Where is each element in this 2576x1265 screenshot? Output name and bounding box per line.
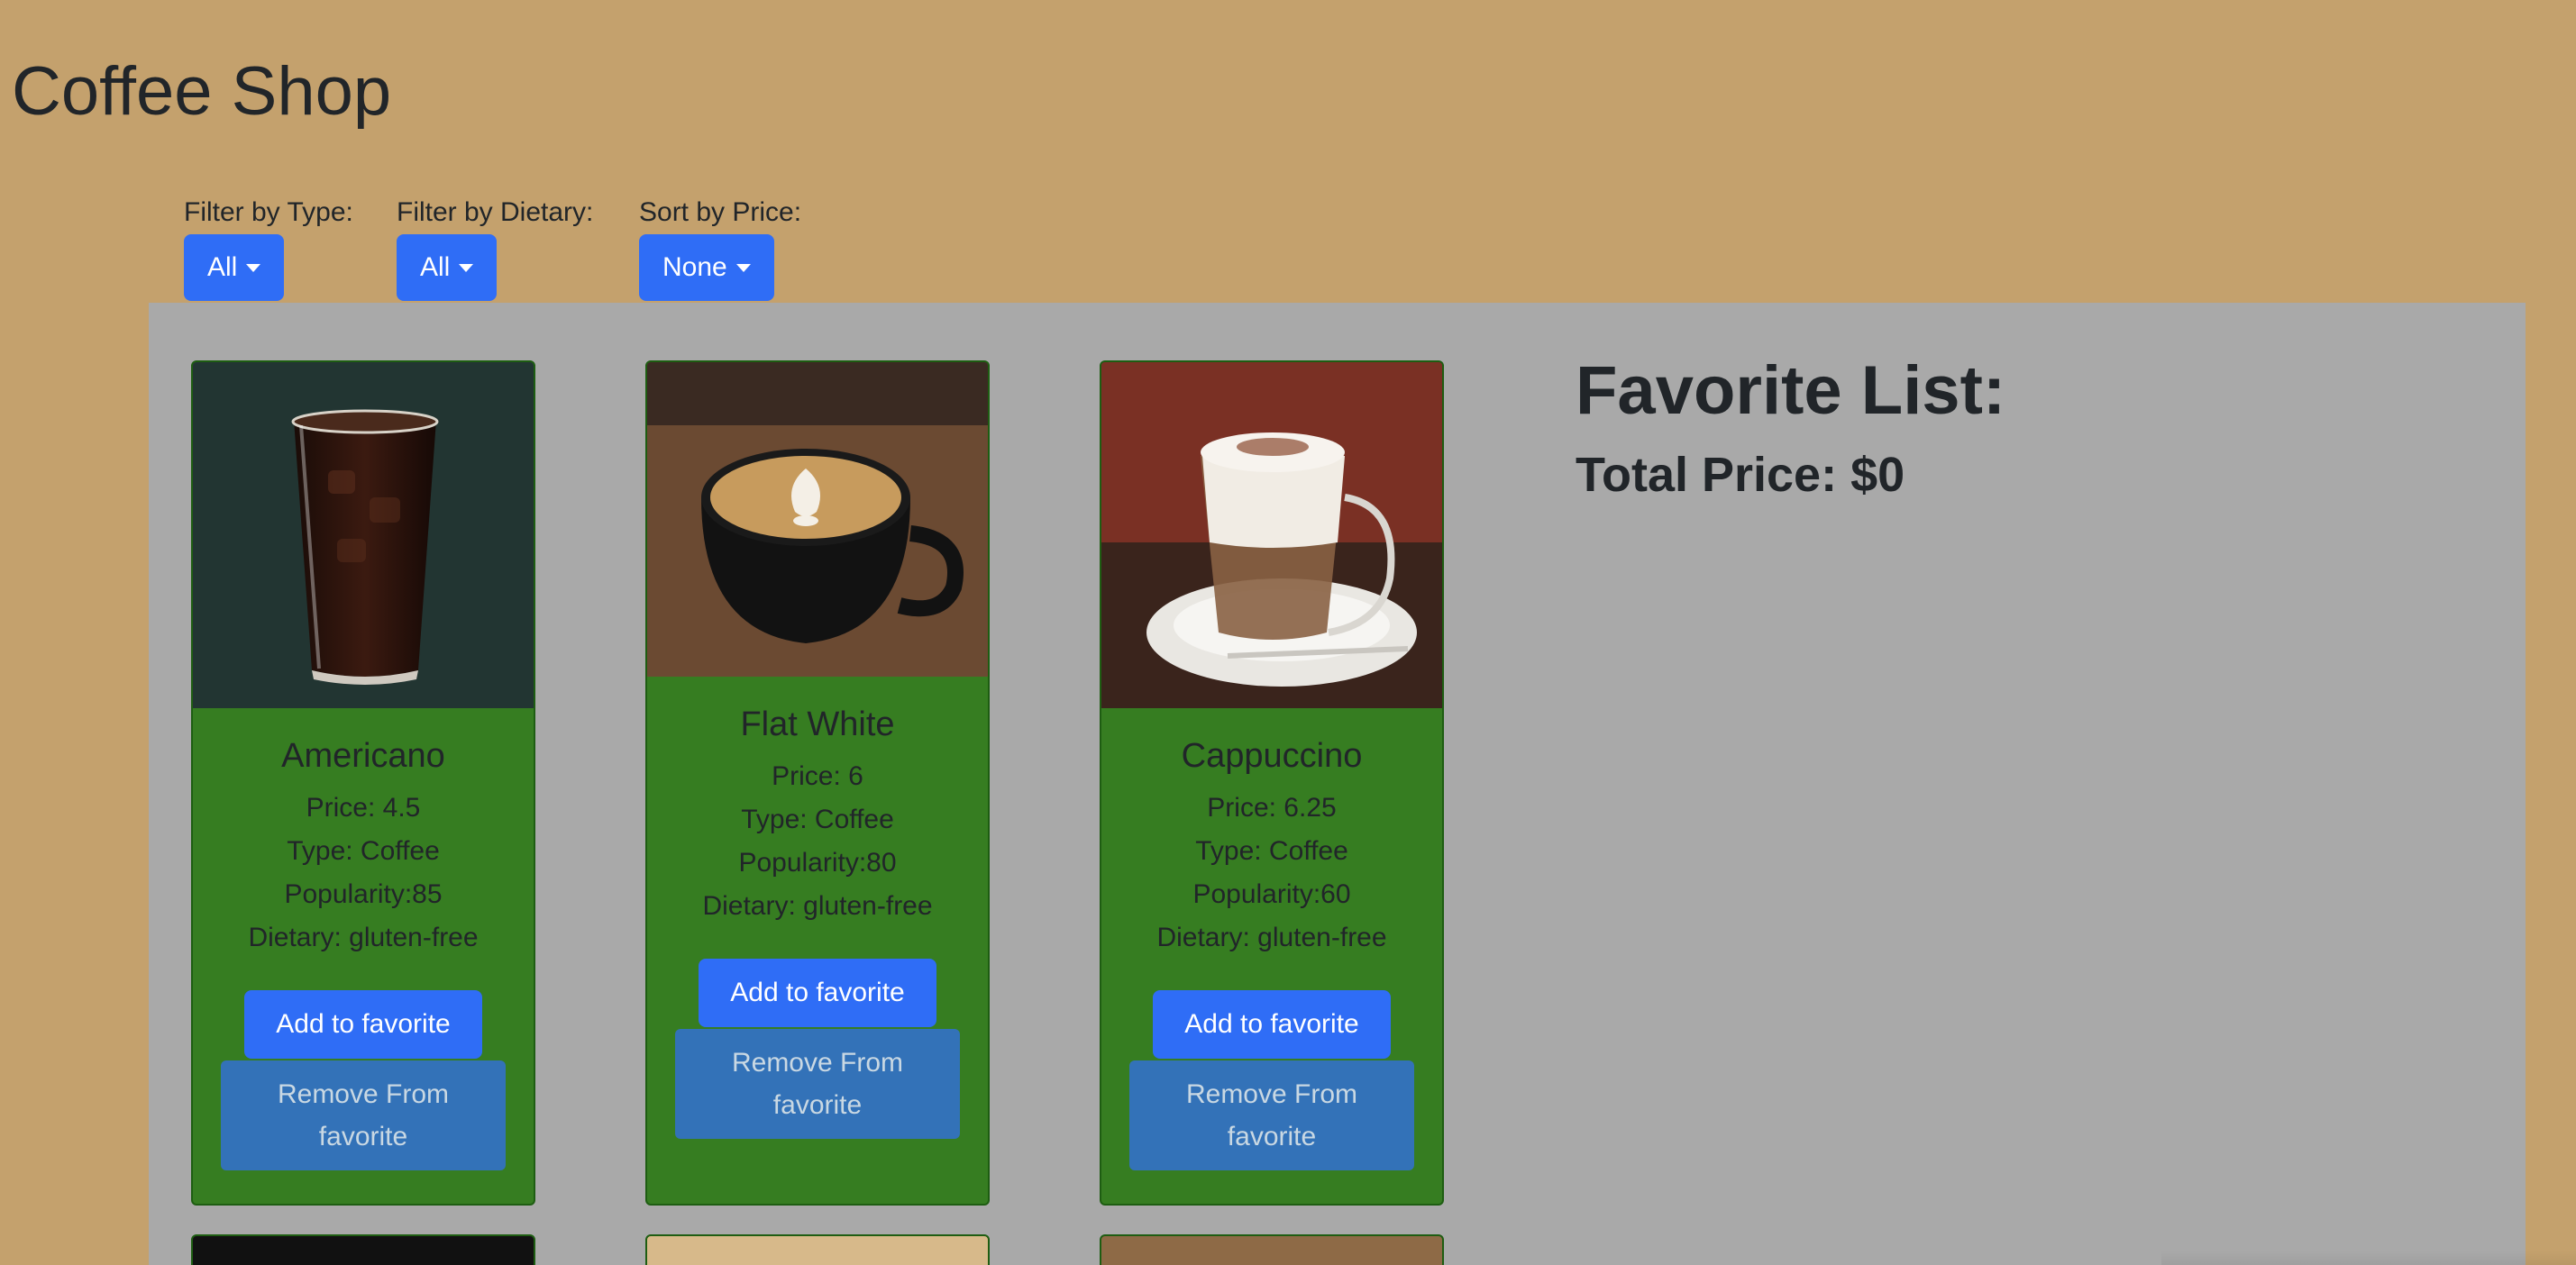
product-name: Americano xyxy=(281,737,445,775)
product-card-next-3 xyxy=(1100,1234,1444,1265)
cappuccino-image xyxy=(1101,362,1442,708)
sort-price-label: Sort by Price: xyxy=(639,197,802,227)
product-card-flat-white: Flat White Price: 6 Type: Coffee Popular… xyxy=(645,360,990,1206)
remove-label-line1: Remove From xyxy=(1185,1079,1358,1109)
product-card-next-1 xyxy=(191,1234,535,1265)
favorite-total-price: Total Price: $0 xyxy=(1576,448,1905,502)
filter-dietary-value: All xyxy=(420,252,451,282)
product-dietary: Dietary: gluten-free xyxy=(702,891,933,921)
remove-label-line1: Remove From xyxy=(731,1048,904,1078)
remove-label-line2: favorite xyxy=(1227,1122,1317,1151)
filter-type-label: Filter by Type: xyxy=(184,197,353,227)
product-price: Price: 6.25 xyxy=(1207,793,1337,823)
americano-image xyxy=(193,362,534,708)
product-card-cappuccino: Cappuccino Price: 6.25 Type: Coffee Popu… xyxy=(1100,360,1444,1206)
remove-label-line2: favorite xyxy=(318,1122,408,1151)
caret-down-icon xyxy=(735,263,751,272)
product-popularity: Popularity:60 xyxy=(1192,879,1351,909)
sort-price-value: None xyxy=(662,252,727,282)
product-popularity: Popularity:85 xyxy=(284,879,443,909)
product-type: Type: Coffee xyxy=(741,805,894,834)
filter-dietary: Filter by Dietary: All xyxy=(397,195,593,301)
flat-white-image xyxy=(647,362,988,677)
product-price: Price: 4.5 xyxy=(306,793,421,823)
product-dietary: Dietary: gluten-free xyxy=(1156,923,1387,952)
remove-from-favorite-button[interactable]: Remove From favorite xyxy=(1129,1060,1414,1170)
remove-from-favorite-button[interactable]: Remove From favorite xyxy=(221,1060,506,1170)
filter-dietary-dropdown[interactable]: All xyxy=(397,234,498,301)
filter-type-value: All xyxy=(207,252,238,282)
product-card-americano: Americano Price: 4.5 Type: Coffee Popula… xyxy=(191,360,535,1206)
product-type: Type: Coffee xyxy=(1195,836,1348,866)
caret-down-icon xyxy=(246,263,261,272)
filter-type-dropdown[interactable]: All xyxy=(184,234,285,301)
filter-dietary-label: Filter by Dietary: xyxy=(397,197,594,227)
add-to-favorite-button[interactable]: Add to favorite xyxy=(244,990,482,1059)
remove-from-favorite-button[interactable]: Remove From favorite xyxy=(675,1029,960,1139)
main-panel: Americano Price: 4.5 Type: Coffee Popula… xyxy=(149,303,2526,1265)
product-name: Flat White xyxy=(740,705,895,743)
sort-price-dropdown[interactable]: None xyxy=(639,234,774,301)
product-popularity: Popularity:80 xyxy=(738,848,897,878)
sort-price: Sort by Price: None xyxy=(639,195,801,301)
caret-down-icon xyxy=(459,263,474,272)
product-type: Type: Coffee xyxy=(287,836,440,866)
page-title: Coffee Shop xyxy=(12,53,392,130)
filter-type: Filter by Type: All xyxy=(184,195,353,301)
scroll-shadow xyxy=(2161,1251,2576,1265)
add-to-favorite-button[interactable]: Add to favorite xyxy=(1153,990,1391,1059)
product-name: Cappuccino xyxy=(1181,737,1363,775)
favorite-list-title: Favorite List: xyxy=(1576,352,2006,429)
product-price: Price: 6 xyxy=(772,761,863,791)
remove-label-line1: Remove From xyxy=(277,1079,450,1109)
remove-label-line2: favorite xyxy=(772,1090,863,1120)
add-to-favorite-button[interactable]: Add to favorite xyxy=(699,959,936,1027)
product-card-next-2 xyxy=(645,1234,990,1265)
product-dietary: Dietary: gluten-free xyxy=(248,923,479,952)
